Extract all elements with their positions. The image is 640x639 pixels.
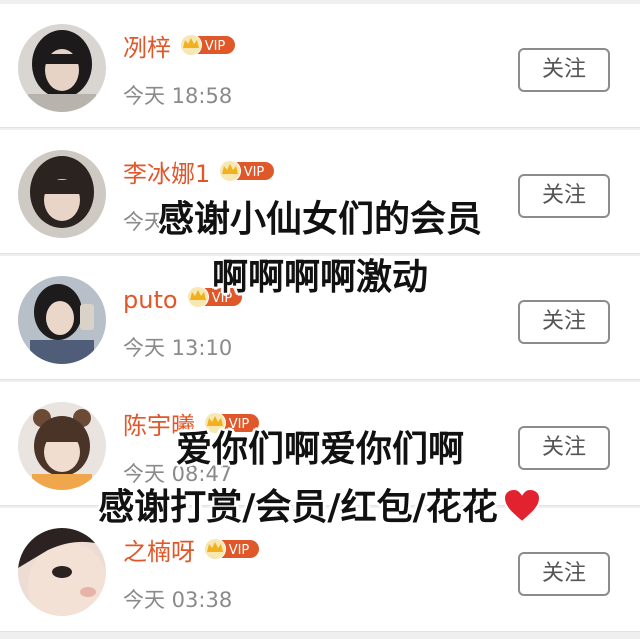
avatar[interactable] — [18, 402, 106, 490]
svg-text:VIP: VIP — [205, 39, 226, 54]
avatar[interactable] — [18, 276, 106, 364]
timestamp: 今天 — [123, 210, 165, 234]
timestamp: 今天 08:47 — [123, 462, 233, 486]
follow-button[interactable]: 关注 — [518, 426, 610, 470]
user-name[interactable]: 冽梓 VIP — [123, 32, 237, 64]
list-item[interactable]: 李冰娜1 VIP 今天 关注 — [0, 130, 640, 254]
list-item[interactable]: 之楠呀 VIP 今天 03:38 关注 — [0, 508, 640, 632]
vip-badge-icon: VIP — [203, 537, 261, 561]
vip-badge-icon: VIP — [203, 411, 261, 435]
avatar[interactable] — [18, 150, 106, 238]
follow-button[interactable]: 关注 — [518, 48, 610, 92]
svg-text:VIP: VIP — [229, 543, 250, 558]
user-name[interactable]: 李冰娜1 VIP — [123, 158, 276, 190]
svg-text:VIP: VIP — [211, 291, 232, 306]
follow-button[interactable]: 关注 — [518, 174, 610, 218]
user-name[interactable]: 陈宇曦 VIP — [123, 410, 261, 442]
user-name[interactable]: puto VIP — [123, 284, 244, 316]
timestamp: 今天 13:10 — [123, 336, 233, 360]
vip-badge-icon: VIP — [179, 33, 237, 57]
avatar[interactable] — [18, 24, 106, 112]
list-item[interactable]: 陈宇曦 VIP 今天 08:47 关注 — [0, 382, 640, 506]
svg-text:VIP: VIP — [244, 165, 265, 180]
svg-text:VIP: VIP — [229, 417, 250, 432]
user-name[interactable]: 之楠呀 VIP — [123, 536, 261, 568]
timestamp: 今天 18:58 — [123, 84, 233, 108]
follow-button[interactable]: 关注 — [518, 552, 610, 596]
list-item[interactable]: puto VIP 今天 13:10 关注 — [0, 256, 640, 380]
timestamp: 今天 03:38 — [123, 588, 233, 612]
follower-list-page: 冽梓 VIP 今天 18:58 关注 李冰娜1 VIP 今天 关注 puto V… — [0, 0, 640, 639]
list-item[interactable]: 冽梓 VIP 今天 18:58 关注 — [0, 4, 640, 128]
avatar[interactable] — [18, 528, 106, 616]
vip-badge-icon: VIP — [218, 159, 276, 183]
follow-button[interactable]: 关注 — [518, 300, 610, 344]
vip-badge-icon: VIP — [186, 285, 244, 309]
